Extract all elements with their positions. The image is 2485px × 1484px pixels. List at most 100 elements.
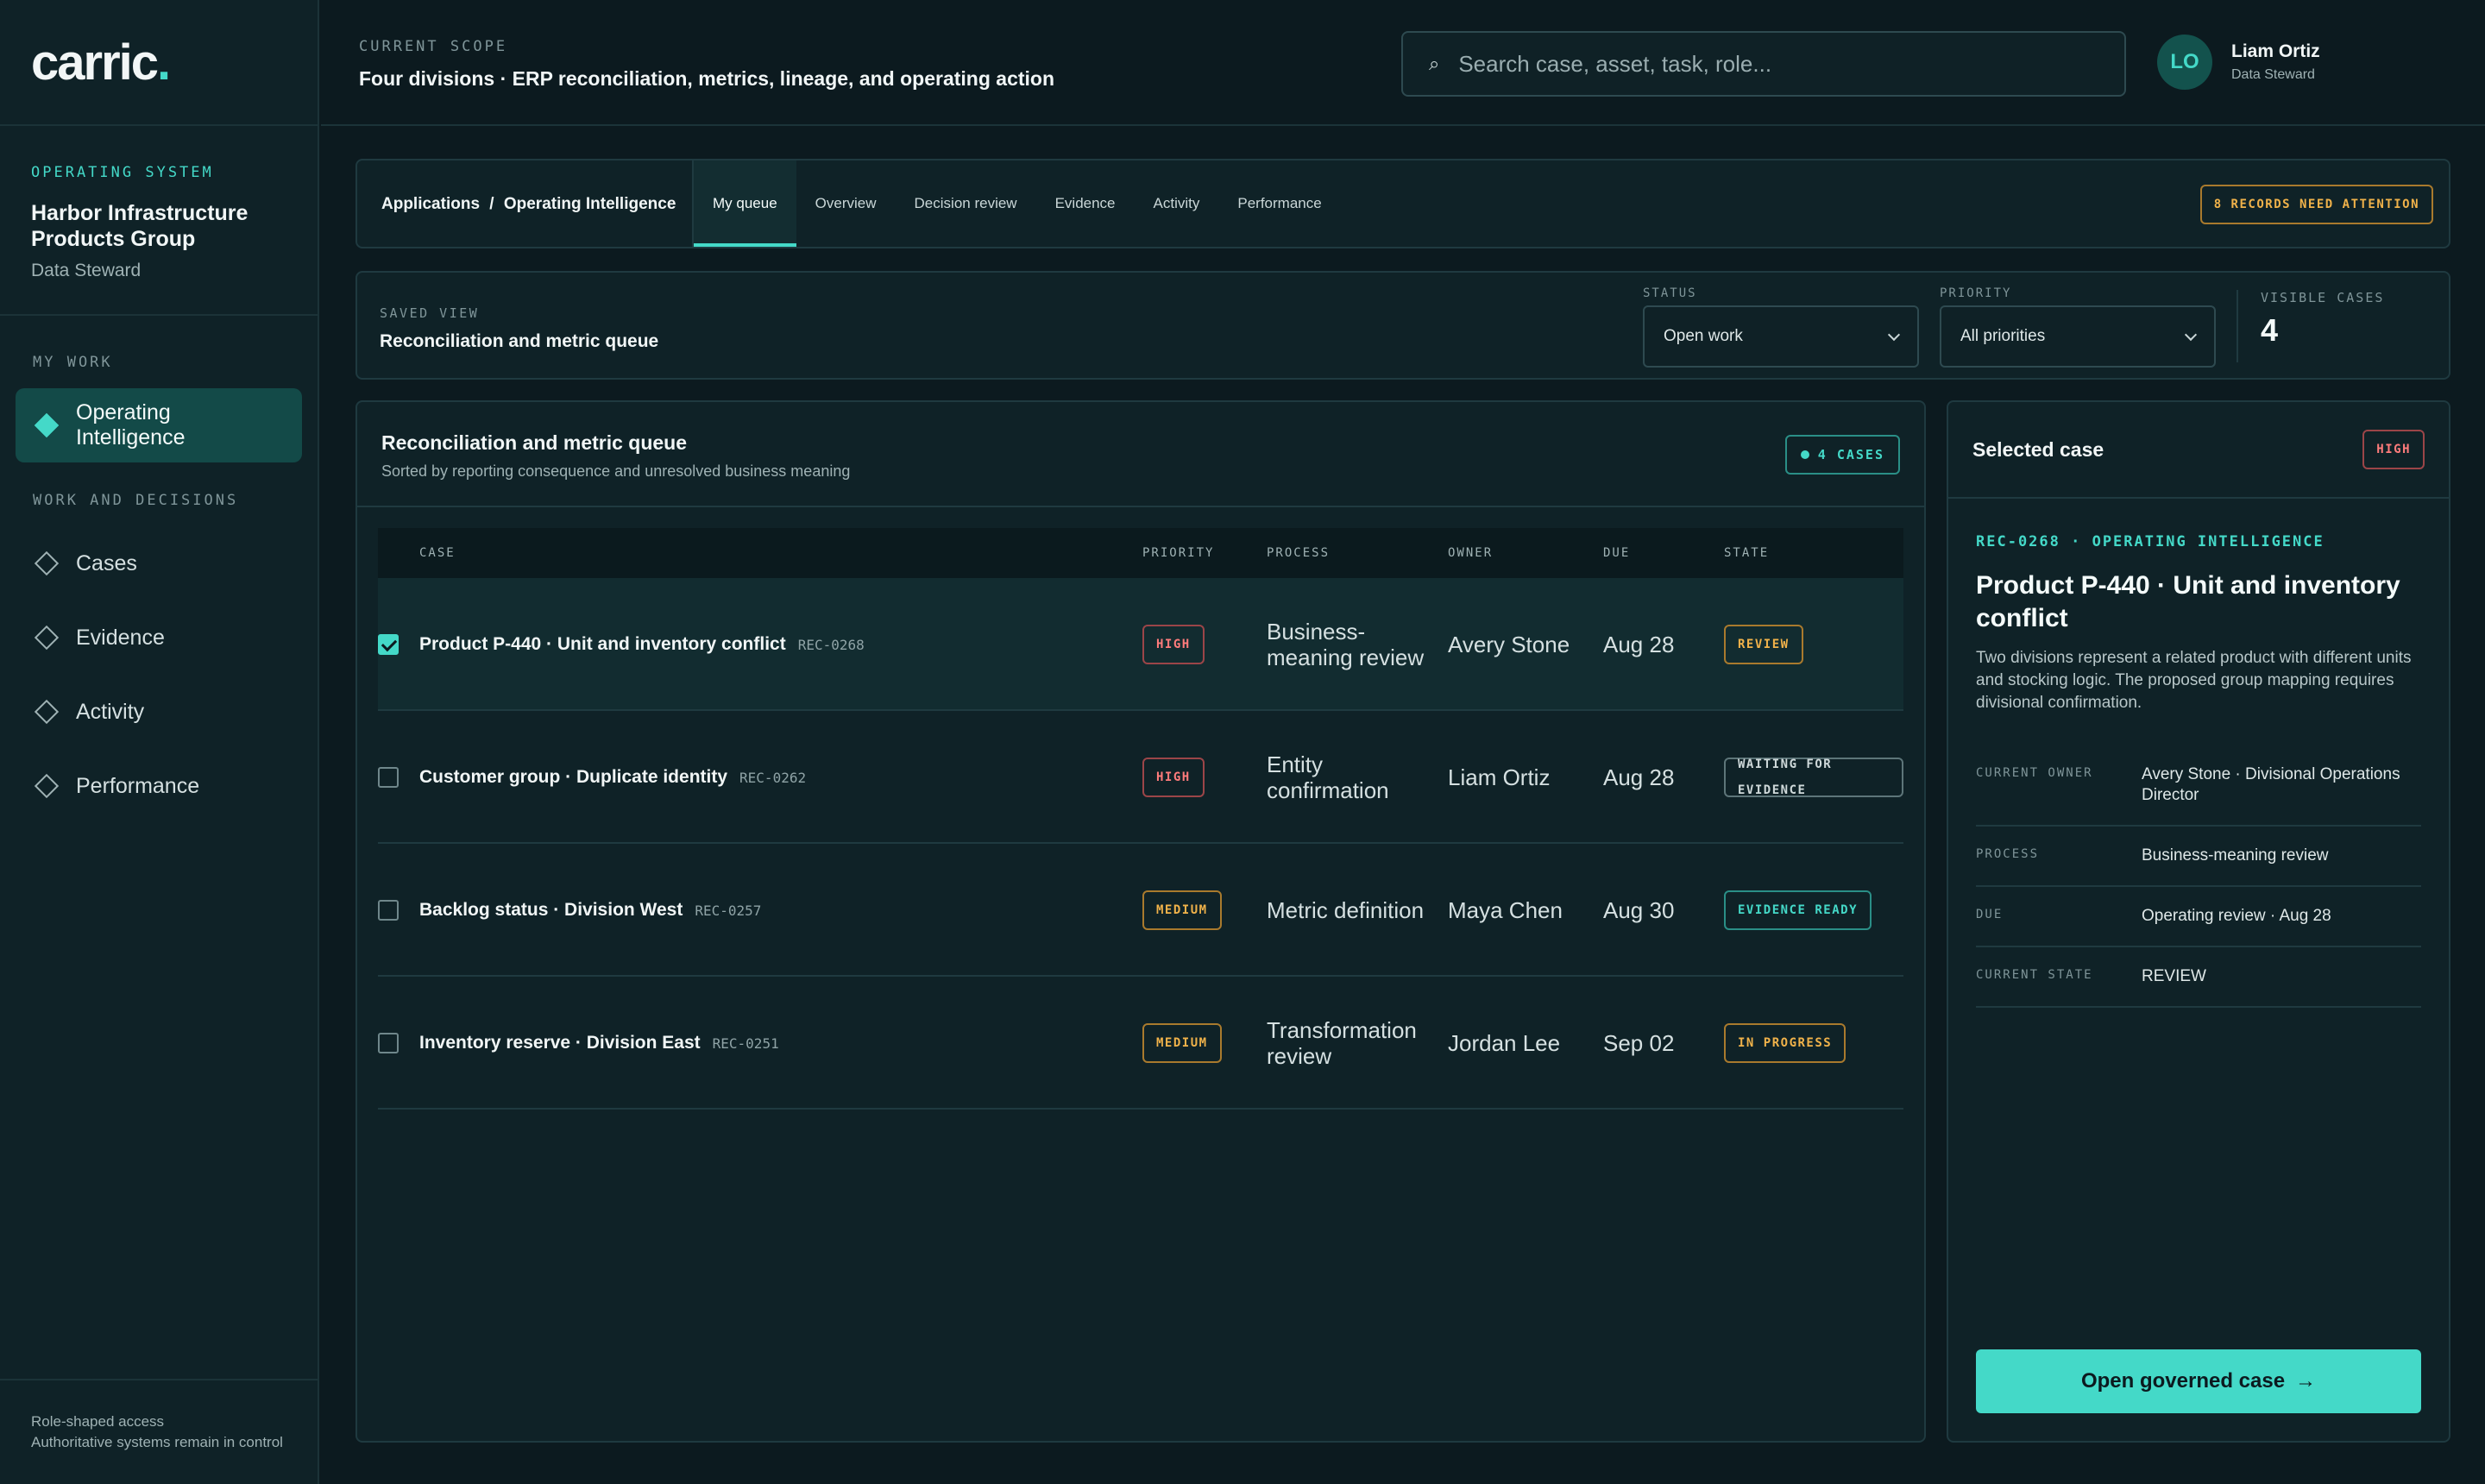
fact-label: DUE <box>1976 908 2004 921</box>
cases-count-text: 4 CASES <box>1817 447 1884 462</box>
due-cell: Sep 02 <box>1603 1030 1675 1056</box>
sidebar-item-label: Activity <box>76 699 145 724</box>
case-reference: REC-0268 · OPERATING INTELLIGENCE <box>1976 533 2325 550</box>
cases-count-badge: 4 CASES <box>1784 435 1900 475</box>
user-name: Liam Ortiz <box>2231 41 2320 61</box>
sidebar-item-performance[interactable]: Performance <box>16 749 302 823</box>
sidebar-item-operating-intelligence[interactable]: Operating Intelligence <box>16 388 302 462</box>
current-scope: CURRENT SCOPE Four divisions · ERP recon… <box>359 38 1054 91</box>
search-box[interactable]: ⌕ <box>1401 31 2126 97</box>
col-due[interactable]: DUE <box>1603 546 1630 560</box>
queue-header: Reconciliation and metric queue Sorted b… <box>357 402 1924 507</box>
table-row[interactable]: Product P-440 · Unit and inventory confl… <box>378 578 1903 711</box>
sidebar-item-label: Performance <box>76 773 200 798</box>
case-id: REC-0262 <box>739 769 807 786</box>
open-button-label: Open governed case <box>2080 1369 2286 1393</box>
sidebar-item-evidence[interactable]: Evidence <box>16 601 302 675</box>
state-cell: EVIDENCE READY <box>1724 844 1872 977</box>
saved-view-title: Reconciliation and metric queue <box>380 331 659 351</box>
col-case[interactable]: CASE <box>419 546 456 560</box>
case-cell[interactable]: Customer group · Duplicate identity REC-… <box>419 711 806 844</box>
org-role: Data Steward <box>31 261 142 280</box>
top-bar: CURRENT SCOPE Four divisions · ERP recon… <box>321 0 2485 126</box>
table-row[interactable]: Customer group · Duplicate identity REC-… <box>378 711 1903 844</box>
fact-value: Avery Stone · Divisional Operations Dire… <box>2142 765 2400 804</box>
status-select[interactable]: Open work <box>1643 305 1919 368</box>
table-row[interactable]: Inventory reserve · Division East REC-02… <box>378 977 1903 1110</box>
diamond-icon <box>34 773 60 799</box>
search-input[interactable] <box>1458 50 2080 78</box>
arrow-right-icon: → <box>2295 1369 2317 1393</box>
nav-my-work: MY WORK Operating Intelligence WORK AND … <box>0 354 318 823</box>
row-checkbox[interactable] <box>378 634 399 655</box>
sidebar-item-activity[interactable]: Activity <box>16 675 302 749</box>
priority-select[interactable]: All priorities <box>1940 305 2216 368</box>
row-checkbox[interactable] <box>378 900 399 921</box>
row-checkbox[interactable] <box>378 767 399 788</box>
case-cell[interactable]: Product P-440 · Unit and inventory confl… <box>419 578 865 711</box>
owner-cell: Avery Stone <box>1448 632 1570 657</box>
priority-cell: MEDIUM <box>1142 844 1222 977</box>
case-name: Customer group · Duplicate identity <box>419 767 728 787</box>
fact-value: Operating review · Aug 28 <box>2142 907 2331 925</box>
fact-value: REVIEW <box>2142 967 2206 985</box>
case-id: REC-0268 <box>797 636 865 653</box>
chevron-down-icon <box>2184 328 2198 341</box>
col-state[interactable]: STATE <box>1724 546 1769 560</box>
attention-badge[interactable]: 8 RECORDS NEED ATTENTION <box>2199 185 2433 224</box>
tab-overview[interactable]: Overview <box>796 160 896 247</box>
breadcrumb-separator: / <box>489 195 494 213</box>
priority-cell: HIGH <box>1142 578 1205 711</box>
case-id: REC-0251 <box>712 1034 779 1052</box>
tab-my-queue[interactable]: My queue <box>694 160 796 247</box>
state-badge: REVIEW <box>1724 625 1803 664</box>
queue-panel: Reconciliation and metric queue Sorted b… <box>355 400 1926 1443</box>
app-tab-bar: Applications / Operating Intelligence My… <box>355 159 2450 248</box>
table-row[interactable]: Backlog status · Division West REC-0257 … <box>378 844 1903 977</box>
scope-text: Four divisions · ERP reconciliation, met… <box>359 67 1055 90</box>
col-owner[interactable]: OWNER <box>1448 546 1493 560</box>
breadcrumb: Applications / Operating Intelligence <box>381 195 676 214</box>
tab-performance[interactable]: Performance <box>1218 160 1340 247</box>
visible-cases: VISIBLE CASES 4 <box>2261 290 2384 349</box>
queue-title: Reconciliation and metric queue <box>381 431 688 454</box>
priority-value: All priorities <box>1960 327 2046 345</box>
state-cell: WAITING FOR EVIDENCE <box>1724 711 1903 844</box>
fact-label: CURRENT OWNER <box>1976 766 2093 780</box>
tab-decision-review[interactable]: Decision review <box>896 160 1036 247</box>
breadcrumb-root[interactable]: Applications <box>381 195 480 213</box>
fact-row: PROCESS Business-meaning review <box>1976 827 2421 887</box>
user-role: Data Steward <box>2231 67 2315 82</box>
case-cell[interactable]: Backlog status · Division West REC-0257 <box>419 844 761 977</box>
org-block: OPERATING SYSTEM Harbor Infrastructure P… <box>0 126 318 316</box>
due-cell: Aug 30 <box>1603 897 1675 923</box>
case-cell[interactable]: Inventory reserve · Division East REC-02… <box>419 977 779 1110</box>
case-id: REC-0257 <box>695 902 762 919</box>
sidebar-item-cases[interactable]: Cases <box>16 526 302 601</box>
status-filter: STATUS Open work <box>1643 286 1919 368</box>
visible-cases-count: 4 <box>2261 312 2279 348</box>
case-title: Product P-440 · Unit and inventory confl… <box>1976 571 2400 632</box>
state-badge: IN PROGRESS <box>1724 1023 1846 1063</box>
queue-subtitle: Sorted by reporting consequence and unre… <box>381 462 851 480</box>
open-governed-case-button[interactable]: Open governed case → <box>1976 1349 2421 1413</box>
owner-cell: Maya Chen <box>1448 897 1563 923</box>
col-process[interactable]: PROCESS <box>1267 546 1330 560</box>
footer-line: Authoritative systems remain in control <box>31 1434 283 1450</box>
fact-row: CURRENT OWNER Avery Stone · Divisional O… <box>1976 745 2421 827</box>
visible-cases-label: VISIBLE CASES <box>2261 290 2385 305</box>
tab-activity[interactable]: Activity <box>1135 160 1219 247</box>
detail-title: Selected case <box>1972 438 2104 461</box>
sidebar: carric. OPERATING SYSTEM Harbor Infrastr… <box>0 0 319 1484</box>
process-cell: Business-meaning review <box>1267 619 1425 670</box>
avatar[interactable]: LO <box>2157 35 2212 90</box>
search-icon: ⌕ <box>1429 53 1440 74</box>
case-name: Backlog status · Division West <box>419 900 683 920</box>
app-logo[interactable]: carric. <box>0 0 318 126</box>
tab-evidence[interactable]: Evidence <box>1036 160 1135 247</box>
row-checkbox[interactable] <box>378 1033 399 1053</box>
diamond-icon <box>34 412 60 438</box>
user-menu[interactable]: LO Liam Ortiz Data Steward <box>2157 35 2320 90</box>
status-value: Open work <box>1664 327 1743 345</box>
col-priority[interactable]: PRIORITY <box>1142 546 1214 560</box>
